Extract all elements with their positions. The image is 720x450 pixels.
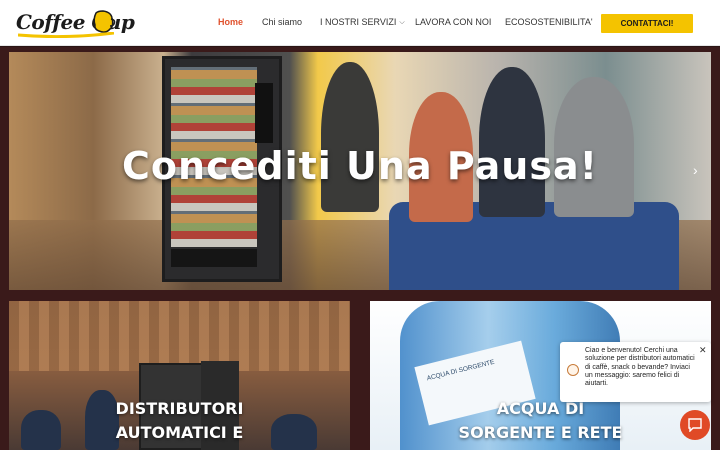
chevron-right-icon[interactable]: › (693, 162, 698, 178)
card-title-line1: ACQUA DI (496, 399, 585, 418)
service-card-distributori[interactable]: DISTRIBUTORI AUTOMATICI E (9, 301, 350, 450)
person-image (479, 67, 545, 217)
wood-wall-image (9, 301, 350, 371)
nav-servizi[interactable]: I NOSTRI SERVIZI ⌵ (320, 17, 405, 27)
chat-bubble-icon (688, 418, 702, 432)
hero-banner: Concediti Una Pausa! › (9, 52, 711, 290)
vending-slot (171, 249, 257, 267)
chat-launcher-button[interactable] (680, 410, 710, 440)
site-header: Coffee Cup Home Chi siamo I NOSTRI SERVI… (0, 0, 720, 46)
vending-panel (255, 83, 273, 143)
nav-ecosostenibilita[interactable]: ECOSOSTENIBILITA' (505, 17, 593, 27)
nav-servizi-label: I NOSTRI SERVIZI (320, 17, 397, 27)
card-title-line1: DISTRIBUTORI (115, 399, 244, 418)
nav-home[interactable]: Home (218, 17, 243, 27)
logo-swoosh (18, 32, 114, 38)
close-icon[interactable]: ✕ (699, 345, 707, 356)
person-image (321, 62, 379, 212)
hero-title: Concediti Una Pausa! (122, 144, 598, 188)
contact-button[interactable]: CONTATTACI! (601, 14, 693, 33)
agent-avatar (567, 364, 579, 376)
chat-popup: Ciao e benvenuto! Cerchi una soluzione p… (560, 342, 711, 402)
card-title-line2: AUTOMATICI E (115, 423, 244, 442)
nav-lavora-con-noi[interactable]: LAVORA CON NOI (415, 17, 491, 27)
chat-message: Ciao e benvenuto! Cerchi una soluzione p… (585, 347, 695, 388)
card-title-line2: SORGENTE E RETE (458, 423, 623, 442)
chevron-down-icon: ⌵ (399, 19, 405, 26)
nav-chi-siamo[interactable]: Chi siamo (262, 17, 302, 27)
